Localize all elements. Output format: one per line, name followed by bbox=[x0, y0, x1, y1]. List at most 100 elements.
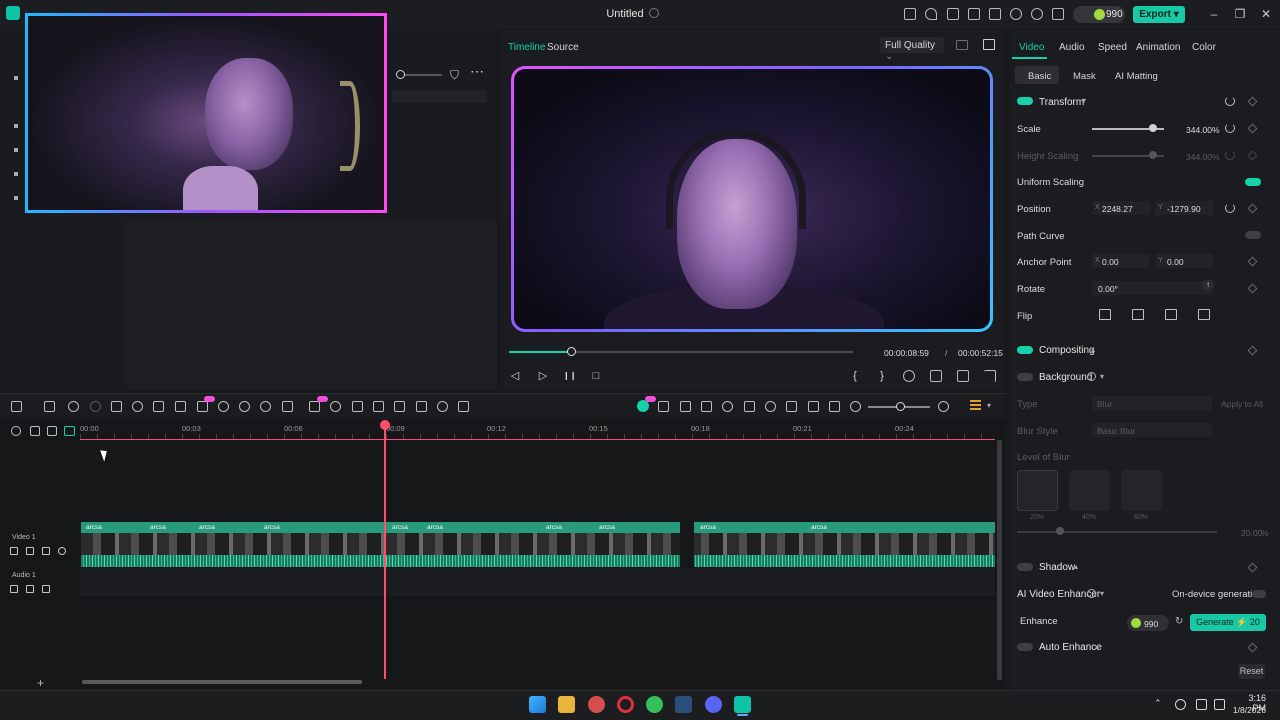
path-curve-toggle[interactable] bbox=[1245, 231, 1261, 239]
green-screen-icon[interactable] bbox=[416, 401, 427, 412]
background-toggle[interactable] bbox=[1017, 373, 1033, 381]
horizontal-scrollbar[interactable] bbox=[82, 680, 362, 684]
reset-icon[interactable] bbox=[1225, 123, 1235, 133]
folder-expand-icon[interactable] bbox=[14, 196, 18, 200]
expand-caret-icon[interactable]: ▴ bbox=[1091, 345, 1095, 354]
scale-value[interactable]: 344.00 bbox=[1186, 125, 1212, 135]
reset-icon[interactable] bbox=[1225, 96, 1235, 106]
zoom-out-icon[interactable] bbox=[850, 401, 861, 412]
flip-horizontal-icon[interactable] bbox=[1099, 309, 1111, 320]
transform-toggle[interactable] bbox=[1017, 97, 1033, 105]
add-track-button[interactable]: + bbox=[37, 676, 44, 690]
speed-icon[interactable] bbox=[218, 401, 229, 412]
reset-button[interactable]: Reset bbox=[1238, 664, 1265, 679]
help-icon[interactable] bbox=[1087, 372, 1096, 381]
delete-icon[interactable] bbox=[111, 401, 122, 412]
cloud-icon[interactable] bbox=[1010, 8, 1022, 20]
audio-stretch-icon[interactable] bbox=[437, 401, 448, 412]
mark-in-button[interactable]: { bbox=[850, 370, 860, 382]
uniform-scaling-toggle[interactable] bbox=[1245, 178, 1261, 186]
folder-expand-icon[interactable] bbox=[14, 172, 18, 176]
expand-caret-icon[interactable]: ▴ bbox=[1095, 642, 1099, 651]
tab-video[interactable]: Video bbox=[1019, 42, 1044, 53]
ai-tool-icon[interactable] bbox=[197, 401, 208, 412]
stop-button[interactable]: □ bbox=[590, 370, 602, 382]
collapse-caret-icon[interactable]: ▾ bbox=[1100, 372, 1104, 381]
snapshot-image-icon[interactable] bbox=[983, 39, 995, 50]
unlink-icon[interactable] bbox=[30, 426, 40, 436]
tab-color[interactable]: Color bbox=[1192, 42, 1216, 53]
layout-grid-icon[interactable] bbox=[11, 401, 22, 412]
discord-icon[interactable] bbox=[705, 696, 722, 713]
select-tool-icon[interactable] bbox=[44, 401, 55, 412]
previous-frame-button[interactable]: ◁ bbox=[509, 370, 521, 382]
text-icon[interactable] bbox=[175, 401, 186, 412]
rotate-dial-icon[interactable]: ↑ bbox=[1202, 279, 1214, 291]
save-icon[interactable] bbox=[989, 8, 1001, 20]
transition-icon[interactable] bbox=[282, 401, 293, 412]
lock-icon[interactable] bbox=[42, 585, 50, 593]
scale-slider-thumb[interactable] bbox=[1149, 124, 1157, 132]
shadow-toggle[interactable] bbox=[1017, 563, 1033, 571]
reset-icon[interactable] bbox=[1225, 203, 1235, 213]
color-match-icon[interactable] bbox=[394, 401, 405, 412]
marker-icon[interactable] bbox=[701, 401, 712, 412]
camera-snapshot-icon[interactable] bbox=[930, 370, 942, 382]
audio-mixer-icon[interactable] bbox=[786, 401, 797, 412]
grid-icon[interactable] bbox=[956, 40, 968, 50]
undo-icon[interactable] bbox=[68, 401, 79, 412]
add-track-icon[interactable] bbox=[47, 426, 57, 436]
pause-button[interactable]: ❙❙ bbox=[563, 370, 576, 382]
auto-enhance-toggle[interactable] bbox=[1017, 643, 1033, 651]
ai-effects-icon[interactable] bbox=[309, 401, 320, 412]
speaker-icon[interactable] bbox=[26, 547, 34, 555]
anchor-x-field[interactable] bbox=[1092, 254, 1150, 268]
tab-audio[interactable]: Audio bbox=[1059, 42, 1085, 53]
minimize-icon[interactable]: – bbox=[1207, 7, 1221, 21]
timeline-zoom-thumb[interactable] bbox=[896, 402, 905, 411]
track-layout-icon[interactable] bbox=[970, 400, 981, 412]
zoom-in-icon[interactable] bbox=[938, 401, 949, 412]
whatsapp-icon[interactable] bbox=[646, 696, 663, 713]
template-icon[interactable] bbox=[947, 8, 959, 20]
pip-icon[interactable] bbox=[829, 401, 840, 412]
collapse-caret-icon[interactable]: ▾ bbox=[1082, 96, 1086, 105]
scrubber-thumb[interactable] bbox=[566, 347, 576, 356]
crop-icon[interactable] bbox=[153, 401, 164, 412]
chrome-icon[interactable] bbox=[588, 696, 605, 713]
generate-button[interactable]: Generate ⚡ 20 bbox=[1190, 614, 1266, 631]
quality-dropdown[interactable]: Full Quality ⌄ bbox=[880, 37, 944, 62]
lock-icon[interactable] bbox=[42, 547, 50, 555]
more-options-icon[interactable]: ⋯ bbox=[470, 64, 484, 80]
grid-apps-icon[interactable] bbox=[1052, 8, 1064, 20]
chevron-down-icon[interactable]: ▾ bbox=[987, 401, 991, 410]
system-date[interactable]: 1/8/2026 bbox=[1222, 705, 1266, 715]
playhead[interactable] bbox=[384, 424, 386, 679]
tab-speed[interactable]: Speed bbox=[1098, 42, 1127, 53]
subtab-mask[interactable]: Mask bbox=[1073, 71, 1096, 82]
render-settings-icon[interactable] bbox=[903, 370, 915, 382]
gift-icon[interactable] bbox=[904, 8, 916, 20]
collapse-caret-icon[interactable]: ▾ bbox=[1100, 589, 1104, 598]
send-icon[interactable] bbox=[925, 8, 937, 20]
tab-animation[interactable]: Animation bbox=[1136, 42, 1180, 53]
folder-expand-icon[interactable] bbox=[14, 124, 18, 128]
tab-source[interactable]: Source bbox=[547, 42, 579, 53]
windows-start-icon[interactable] bbox=[529, 696, 546, 713]
thumbnail-size-slider[interactable] bbox=[404, 74, 442, 76]
stabilize-icon[interactable] bbox=[373, 401, 384, 412]
fullscreen-icon[interactable] bbox=[984, 370, 996, 382]
mark-out-button[interactable]: } bbox=[877, 370, 887, 382]
restore-icon[interactable]: ❐ bbox=[1233, 7, 1247, 21]
export-button[interactable]: Export ▾ bbox=[1133, 6, 1185, 23]
keyframe-tool-icon[interactable] bbox=[260, 401, 271, 412]
rotate-left-icon[interactable] bbox=[1165, 309, 1177, 320]
fit-track-icon[interactable] bbox=[64, 426, 75, 436]
monitor-icon[interactable] bbox=[968, 8, 980, 20]
thumbnail-size-thumb[interactable] bbox=[396, 70, 405, 79]
mask-icon[interactable] bbox=[352, 401, 363, 412]
track-settings-icon[interactable] bbox=[11, 426, 21, 436]
timer-icon[interactable] bbox=[239, 401, 250, 412]
smart-cut-icon[interactable] bbox=[458, 401, 469, 412]
filmora-taskbar-icon[interactable] bbox=[734, 696, 751, 713]
